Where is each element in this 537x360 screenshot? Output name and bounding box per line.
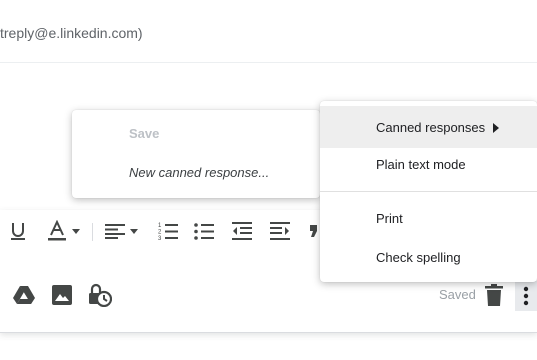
align-button[interactable] [100,213,142,249]
chevron-down-icon [129,228,138,234]
menu-item-plain-text-mode[interactable]: Plain text mode [320,148,537,184]
toolbar-divider [92,223,93,241]
more-options-button[interactable] [515,281,537,311]
header-divider [0,62,537,63]
bulleted-list-icon[interactable] [192,213,216,249]
more-options-menu: Canned responses Plain text mode Print C… [320,101,537,282]
trash-icon[interactable] [484,284,504,306]
sender-address: treply@e.linkedin.com) [0,25,143,41]
underline-icon[interactable] [6,213,30,249]
canned-responses-submenu: Save New canned response... [72,110,320,198]
menu-item-label: Check spelling [376,250,461,265]
save-canned-response-item: Save [129,126,160,141]
indent-less-icon[interactable] [230,213,254,249]
confidential-mode-icon[interactable] [87,283,113,307]
indent-more-icon[interactable] [268,213,292,249]
menu-item-label: Canned responses [376,120,486,135]
svg-text:3: 3 [158,236,162,241]
formatting-toolbar: 1 2 3 [0,213,330,249]
more-vertical-icon [523,286,529,306]
menu-item-check-spelling[interactable]: Check spelling [320,239,537,275]
drive-icon[interactable] [12,283,36,307]
menu-item-canned-responses[interactable]: Canned responses [320,106,537,148]
numbered-list-icon[interactable]: 1 2 3 [156,213,180,249]
quote-icon[interactable] [306,213,320,249]
svg-text:1: 1 [158,223,162,229]
menu-divider [320,191,537,192]
saved-status: Saved [439,287,476,302]
align-icon [104,223,125,239]
photo-icon[interactable] [50,283,74,307]
menu-item-label: Print [376,211,403,226]
menu-item-label: Plain text mode [376,157,466,172]
text-color-button[interactable] [42,213,84,249]
chevron-right-icon [493,123,499,133]
menu-item-print[interactable]: Print [320,201,537,237]
text-color-icon [47,220,67,242]
new-canned-response-item[interactable]: New canned response... [129,165,320,180]
chevron-down-icon [71,228,80,234]
svg-text:2: 2 [158,230,162,236]
